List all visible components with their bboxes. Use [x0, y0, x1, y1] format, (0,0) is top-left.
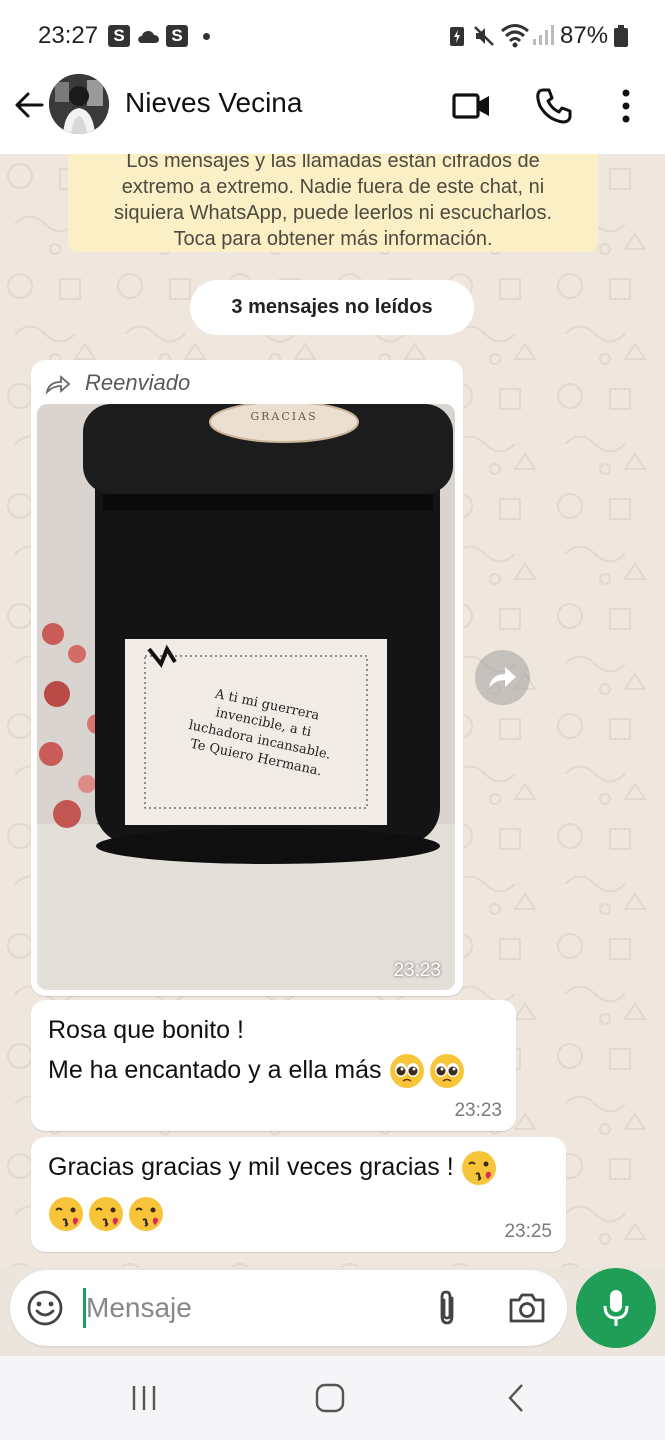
message-text: Gracias gracias y mil veces gracias !	[48, 1153, 454, 1181]
signal-icon	[533, 25, 554, 45]
cloud-icon	[138, 30, 160, 43]
message-line: Rosa que bonito !	[48, 1016, 244, 1044]
message-bubble[interactable]: Rosa que bonito ! Me ha encantado y a el…	[31, 1000, 516, 1131]
contact-avatar[interactable]	[49, 74, 109, 134]
notification-dot	[203, 33, 210, 40]
samsung-badge-icon: S	[108, 25, 130, 47]
unread-messages-badge: 3 mensajes no leídos	[190, 280, 474, 335]
message-line-with-emoji: Me ha encantado y a ella más	[48, 1050, 469, 1090]
forwarded-icon	[45, 375, 71, 395]
message-bubble[interactable]: Gracias gracias y mil veces gracias ! 23…	[31, 1137, 566, 1252]
battery-percent: 87%	[560, 22, 609, 49]
recent-apps-icon[interactable]	[128, 1382, 160, 1414]
chat-header: Nieves Vecina	[0, 72, 665, 154]
mute-icon	[474, 26, 494, 46]
battery-saver-icon	[450, 27, 464, 46]
camera-icon[interactable]	[507, 1290, 547, 1326]
candle-photo[interactable]: GRACIAS A ti mi guerrera invencible, a t…	[37, 404, 455, 990]
emoji-line	[48, 1193, 168, 1233]
face-blowing-kiss-emoji	[461, 1151, 496, 1186]
status-bar: 23:27 S S 87%	[0, 0, 665, 72]
more-vert-icon[interactable]	[606, 86, 646, 126]
lid-sticker-text: GRACIAS	[250, 410, 317, 423]
contact-name[interactable]: Nieves Vecina	[125, 87, 302, 119]
encryption-line-3: siquiera WhatsApp, puede leerlos ni escu…	[113, 202, 553, 224]
pleading-face-emoji	[389, 1054, 424, 1089]
image-timestamp: 23:23	[393, 960, 441, 981]
video-call-icon[interactable]	[452, 86, 492, 126]
samsung-badge-icon-2: S	[166, 25, 188, 47]
message-input[interactable]: Mensaje	[86, 1292, 192, 1324]
message-text: Me ha encantado y a ella más	[48, 1056, 382, 1084]
forwarded-label: Reenviado	[85, 370, 191, 395]
encryption-line-2: extremo a extremo. Nadie fuera de este c…	[121, 176, 545, 198]
attach-icon[interactable]	[430, 1288, 464, 1328]
chat-area[interactable]: Los mensajes y las llamadas están cifrad…	[0, 154, 665, 1267]
forward-icon	[489, 667, 516, 688]
face-blowing-kiss-emoji	[89, 1197, 123, 1232]
face-blowing-kiss-emoji	[49, 1197, 83, 1232]
encryption-notice[interactable]: Los mensajes y las llamadas están cifrad…	[68, 154, 598, 252]
status-time: 23:27	[38, 22, 99, 49]
back-arrow-icon[interactable]	[12, 88, 46, 122]
message-line-with-emoji: Gracias gracias y mil veces gracias !	[48, 1147, 501, 1187]
wifi-icon	[501, 24, 529, 48]
pleading-face-emoji	[429, 1054, 464, 1089]
message-timestamp: 23:23	[454, 1100, 502, 1121]
image-message-bubble[interactable]: Reenviado GRACIAS A ti mi guerrera inven…	[31, 360, 463, 996]
back-nav-icon[interactable]	[500, 1382, 532, 1414]
encryption-line-1: Los mensajes y las llamadas están cifrad…	[126, 154, 540, 172]
emoji-picker-icon[interactable]	[26, 1289, 64, 1327]
face-blowing-kiss-emoji	[129, 1197, 163, 1232]
forward-button[interactable]	[475, 650, 530, 705]
system-nav-bar	[0, 1356, 665, 1440]
encryption-line-4: Toca para obtener más información.	[173, 228, 493, 250]
battery-icon	[614, 25, 628, 47]
home-icon[interactable]	[314, 1382, 346, 1414]
message-composer[interactable]: Mensaje	[10, 1270, 567, 1346]
voice-message-button[interactable]	[576, 1268, 656, 1348]
message-timestamp: 23:25	[504, 1221, 552, 1242]
microphone-icon	[603, 1290, 629, 1326]
phone-icon[interactable]	[534, 86, 574, 126]
